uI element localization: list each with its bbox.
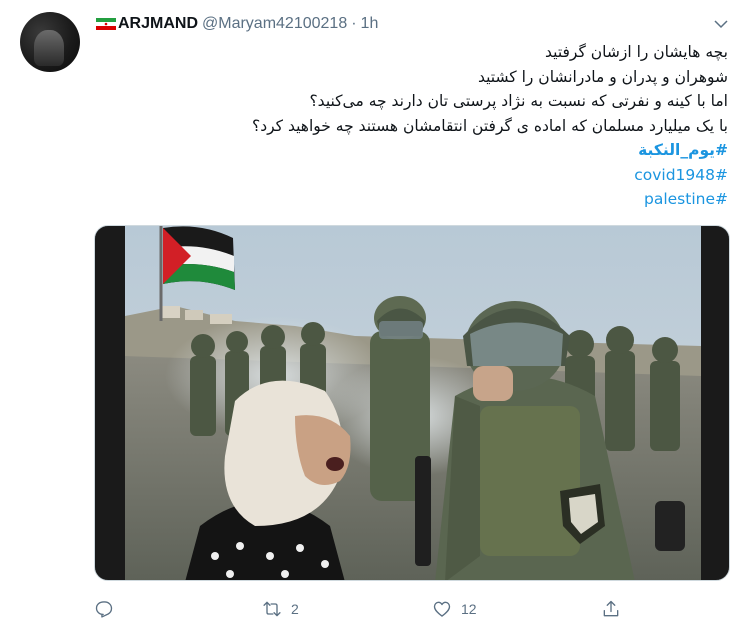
retweet-button[interactable]: 2 (262, 597, 299, 621)
tweet-line: شوهران و پدران و مادرانشان را کشتید (477, 67, 728, 86)
protest-photo (95, 226, 729, 580)
like-button[interactable]: 12 (432, 597, 477, 621)
avatar[interactable] (20, 12, 80, 72)
iran-flag-icon (96, 18, 116, 30)
tweet-photo[interactable] (94, 225, 730, 581)
user-handle[interactable]: @Maryam42100218 (202, 15, 347, 33)
share-icon (603, 600, 619, 617)
like-count: 12 (461, 601, 477, 617)
tweet-line: بچه هایشان را ازشان گرفتید (545, 43, 728, 61)
reply-icon (95, 601, 113, 618)
heart-icon (433, 601, 451, 617)
retweet-icon (263, 601, 281, 617)
retweet-count: 2 (291, 601, 299, 617)
tweet-line: اما با کینه و نفرتی که نسبت به نژاد پرست… (309, 92, 728, 110)
tweet-header: ARJMAND @Maryam42100218 · 1h (96, 13, 728, 35)
tweet-line: با یک میلیارد مسلمان که اماده ی گرفتن ان… (252, 116, 728, 135)
separator-dot: · (351, 15, 357, 32)
display-name[interactable]: ARJMAND (118, 15, 198, 33)
hashtag-link[interactable]: #covid1948 (96, 163, 728, 188)
timestamp[interactable]: 1h (361, 15, 379, 33)
share-button[interactable] (601, 597, 621, 621)
hashtag-link[interactable]: #palestine (96, 187, 728, 212)
chevron-down-icon[interactable] (712, 15, 730, 33)
reply-button[interactable] (94, 597, 123, 621)
tweet-actions: 2 12 (94, 597, 730, 621)
hashtag-link[interactable]: #یوم_النکبة (96, 138, 728, 163)
tweet-body: بچه هایشان را ازشان گرفتید شوهران و پدرا… (96, 40, 728, 212)
